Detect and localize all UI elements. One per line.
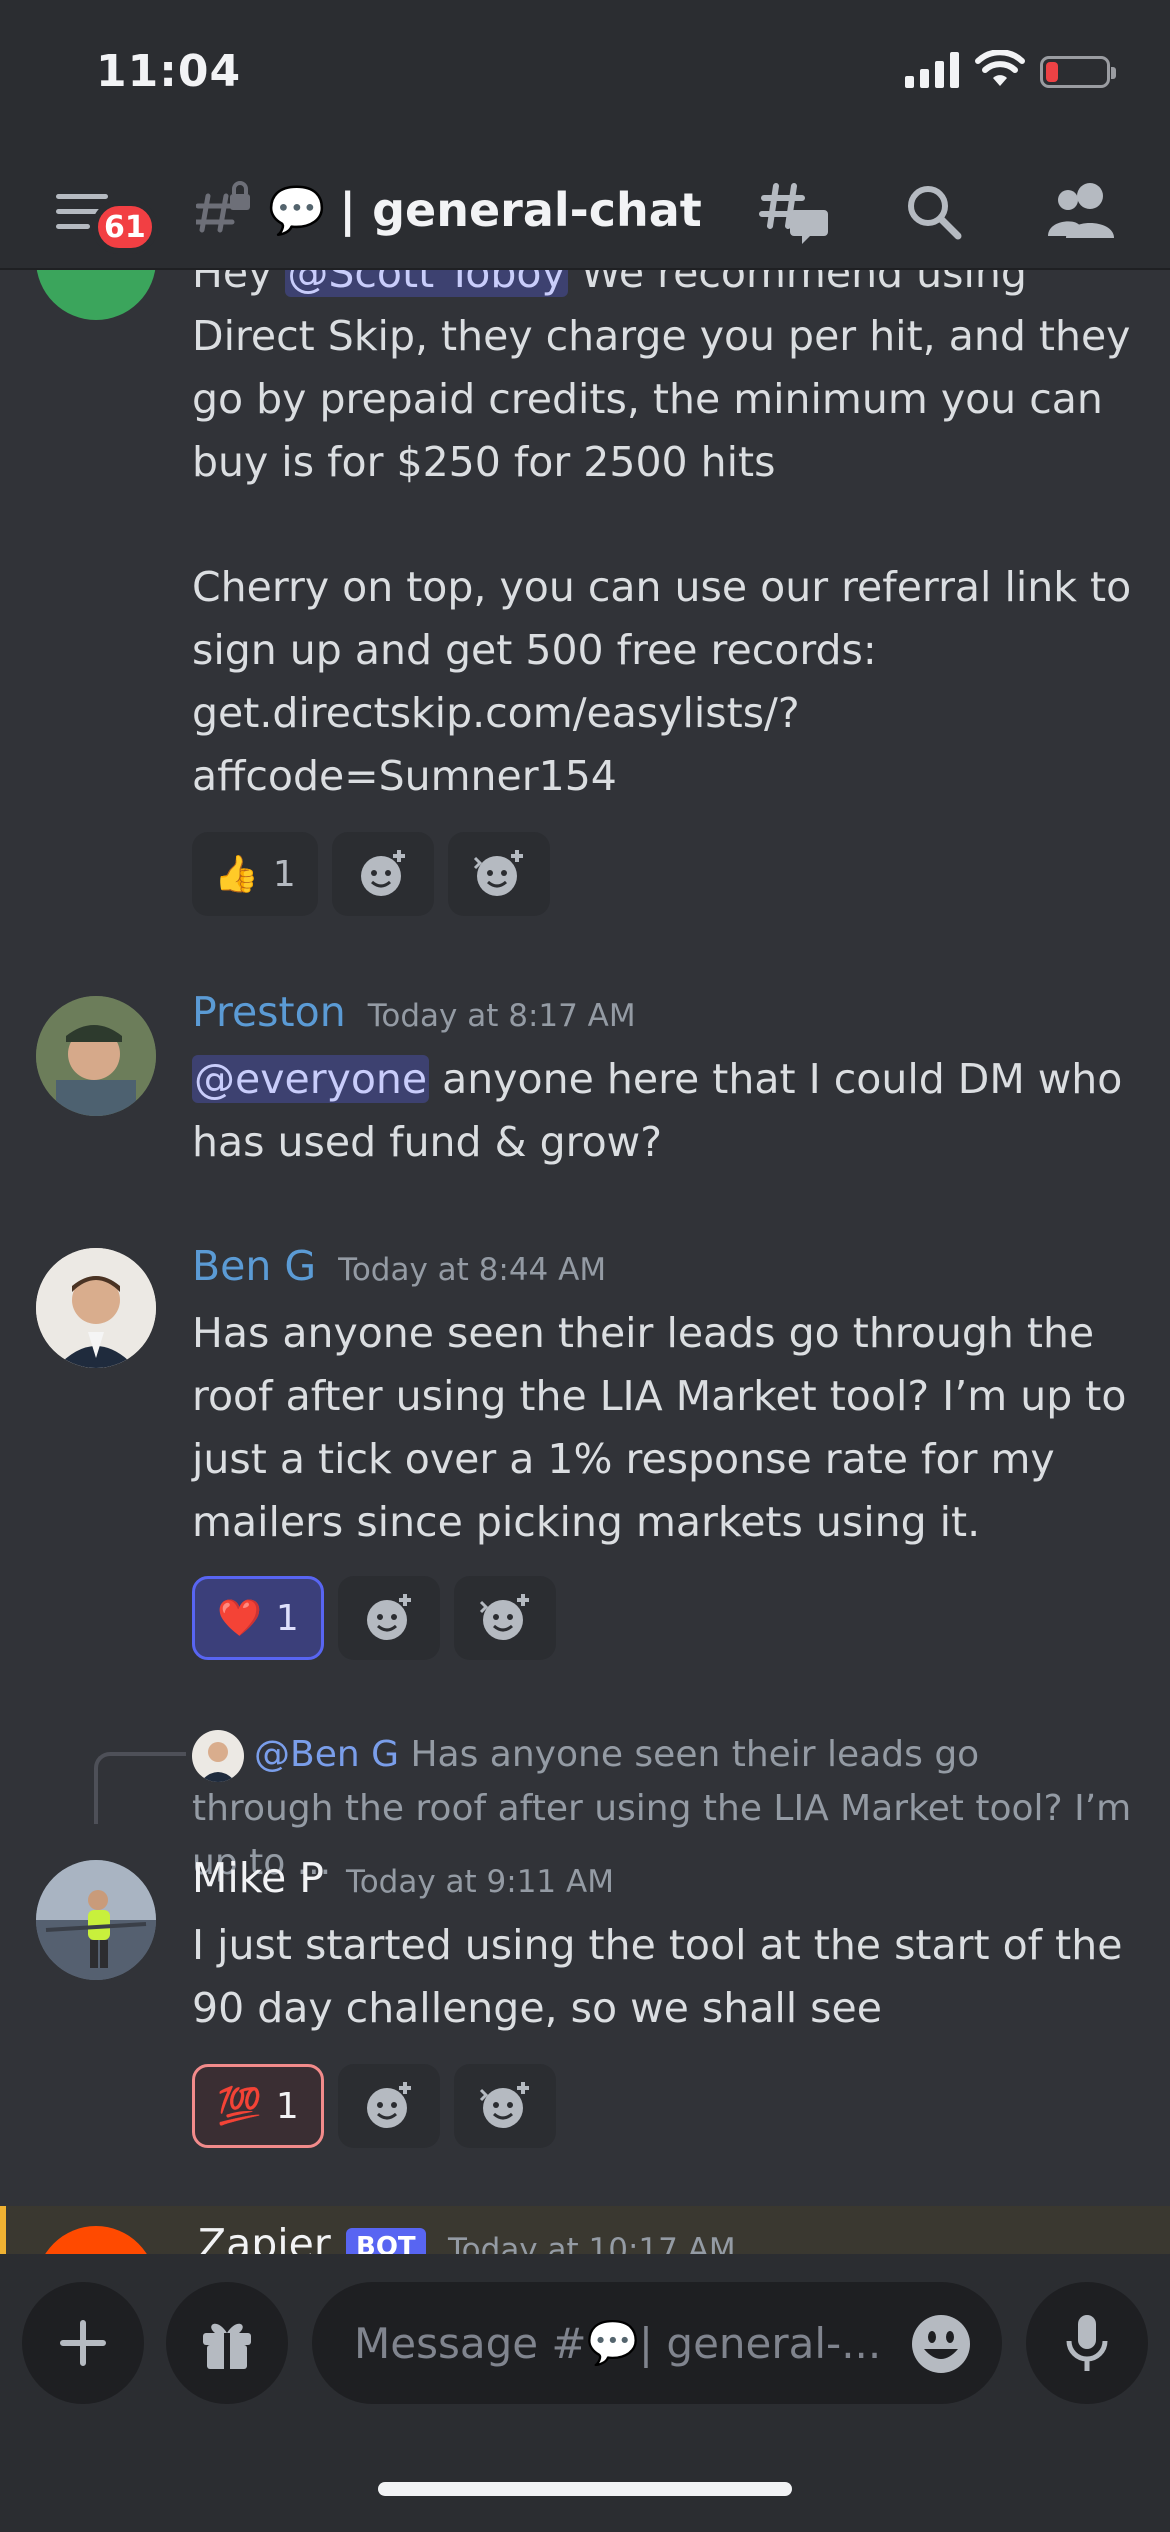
unread-badge: 61 <box>92 200 158 254</box>
heart-reaction[interactable]: ❤️ 1 <box>192 1576 324 1660</box>
locked-channel-icon <box>196 181 250 233</box>
message-list[interactable]: Hey @Scott Toboy We recommend using Dire… <box>0 270 1170 2254</box>
speech-bubble-emoji: 💬 <box>268 182 326 237</box>
zapier-message-highlight: Zapier BOT Today at 10:17 AM <box>0 2206 1170 2254</box>
gift-icon <box>203 2323 251 2369</box>
message-input[interactable]: Message # 💬 | general-... <box>312 2282 1002 2404</box>
reaction-bar: 💯 1 <box>192 2064 556 2148</box>
timestamp: Today at 8:44 AM <box>338 1252 607 1288</box>
search-icon[interactable] <box>904 182 964 242</box>
add-super-reaction-button[interactable] <box>453 1576 556 1660</box>
emoji-picker-icon[interactable] <box>910 2313 972 2375</box>
message-text: Has anyone seen their leads go through t… <box>192 1309 1127 1546</box>
speech-bubble-emoji: 💬 <box>586 2318 639 2367</box>
avatar-zapier[interactable] <box>36 2226 156 2254</box>
cellular-signal-icon <box>905 52 959 88</box>
hundred-points-reaction[interactable]: 💯 1 <box>192 2064 324 2148</box>
status-bar: 11:04 <box>0 0 1170 150</box>
add-super-reaction-button[interactable] <box>453 2064 556 2148</box>
channel-header: 61 💬 | general-chat <box>0 150 1170 270</box>
reaction-bar: 👍 1 <box>192 832 550 916</box>
message-composer: Message # 💬 | general-... <box>0 2254 1170 2532</box>
avatar[interactable] <box>36 270 156 320</box>
user-mention[interactable]: @Scott Toboy <box>285 270 568 297</box>
channel-title[interactable]: 💬 | general-chat <box>268 180 702 240</box>
reply-connector <box>94 1752 186 1824</box>
message-text: @everyone anyone here that I could DM wh… <box>192 1055 1123 1166</box>
super-reaction-icon <box>479 1594 529 1640</box>
reaction-bar: ❤️ 1 <box>192 1576 556 1660</box>
username-ben-g[interactable]: Ben G Today at 8:44 AM <box>192 1242 606 1290</box>
bot-tag: BOT <box>346 2228 426 2254</box>
super-reaction-icon <box>473 850 523 896</box>
attach-button[interactable] <box>22 2282 144 2404</box>
add-reaction-icon <box>366 2082 411 2128</box>
timestamp: Today at 10:17 AM <box>448 2232 736 2254</box>
avatar-ben-g[interactable] <box>36 1248 156 1368</box>
add-reaction-button[interactable] <box>337 2064 440 2148</box>
everyone-mention[interactable]: @everyone <box>192 1055 430 1103</box>
plus-icon <box>60 2320 106 2366</box>
wifi-icon <box>975 50 1025 86</box>
status-time: 11:04 <box>96 46 242 97</box>
thumbs-up-reaction[interactable]: 👍 1 <box>192 832 318 916</box>
timestamp: Today at 9:11 AM <box>346 1864 614 1900</box>
message-text: Hey @Scott Toboy We recommend using Dire… <box>192 270 1132 494</box>
timestamp: Today at 8:17 AM <box>367 998 636 1034</box>
message-text-paragraph: Cherry on top, you can use our referral … <box>192 563 1132 800</box>
avatar-mike-p[interactable] <box>36 1860 156 1980</box>
microphone-icon <box>1066 2315 1108 2371</box>
members-icon[interactable] <box>1046 180 1116 240</box>
threads-icon[interactable] <box>758 176 830 248</box>
username-mike-p[interactable]: Mike P Today at 9:11 AM <box>192 1854 614 1902</box>
voice-message-button[interactable] <box>1026 2282 1148 2404</box>
add-reaction-button[interactable] <box>337 1576 440 1660</box>
channel-name-text: | general-chat <box>339 183 702 237</box>
avatar-preston[interactable] <box>36 996 156 1116</box>
username-zapier[interactable]: Zapier <box>198 2220 331 2254</box>
gift-button[interactable] <box>166 2282 288 2404</box>
add-reaction-icon <box>360 850 405 896</box>
add-reaction-icon <box>366 1594 411 1640</box>
reply-username[interactable]: @Ben G <box>254 1734 399 1775</box>
reply-avatar <box>192 1730 244 1782</box>
add-super-reaction-button[interactable] <box>447 832 550 916</box>
battery-icon <box>1040 56 1116 88</box>
add-reaction-button[interactable] <box>331 832 434 916</box>
message-text: I just started using the tool at the sta… <box>192 1921 1123 2032</box>
username-preston[interactable]: Preston Today at 8:17 AM <box>192 988 636 1036</box>
home-indicator <box>378 2482 792 2496</box>
super-reaction-icon <box>479 2082 529 2128</box>
